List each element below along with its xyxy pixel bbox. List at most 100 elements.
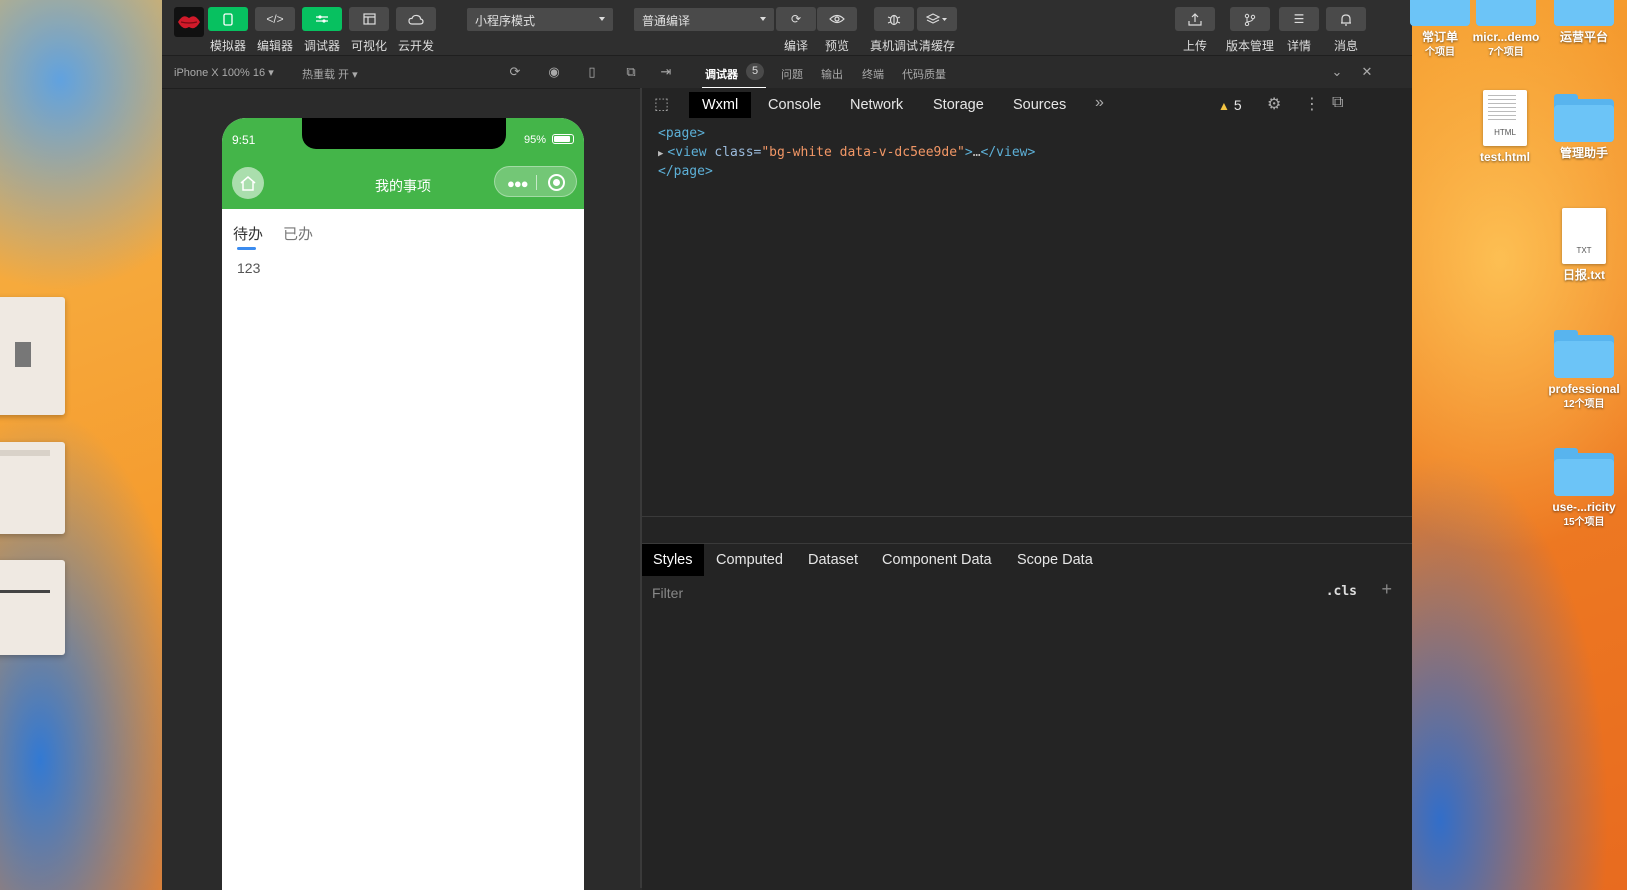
layout-icon	[349, 7, 389, 31]
txt-file-icon: TXT	[1562, 208, 1606, 264]
tab-console[interactable]: Console	[755, 92, 834, 118]
desktop-folder[interactable]: use-...ricity 15个项目	[1538, 448, 1627, 530]
desktop-icon-label: 日报.txt	[1562, 268, 1605, 282]
details-button[interactable]: ☰ 详情	[1279, 7, 1319, 54]
editor-button[interactable]: </> 编辑器	[255, 7, 295, 54]
desktop-icon-sublabel: 7个项目	[1488, 47, 1524, 58]
mode-select[interactable]: 小程序模式	[467, 8, 613, 31]
battery-percentage: 95%	[523, 134, 546, 146]
tab-terminal[interactable]: 终端	[862, 66, 884, 82]
device-icon[interactable]: ▯	[584, 64, 600, 80]
real-device-debug-button[interactable]: 真机调试	[870, 7, 918, 54]
tab-scope-data[interactable]: Scope Data	[1006, 544, 1104, 576]
battery-icon	[552, 134, 574, 144]
menu-capsule[interactable]: ●●●	[494, 166, 577, 197]
tab-sources[interactable]: Sources	[1000, 92, 1079, 118]
real-device-debug-label: 真机调试	[870, 39, 919, 53]
list-item: 123	[237, 260, 261, 276]
tab-styles[interactable]: Styles	[642, 544, 704, 576]
wxml-page-close[interactable]: </page>	[658, 163, 1035, 182]
tab-wxml[interactable]: Wxml	[689, 92, 752, 118]
visual-button[interactable]: 可视化	[349, 7, 389, 54]
tab-todo[interactable]: 待办	[233, 223, 263, 244]
bug-icon	[874, 7, 914, 31]
preview-button[interactable]: 预览	[817, 7, 857, 54]
desktop-folder[interactable]: 管理助手	[1546, 94, 1622, 161]
tab-computed[interactable]: Computed	[705, 544, 794, 576]
tab-component-data[interactable]: Component Data	[871, 544, 1003, 576]
close-miniprogram-icon[interactable]	[548, 174, 565, 191]
desktop-file[interactable]: HTML test.html	[1470, 90, 1540, 165]
desktop-folder[interactable]: 运营平台	[1546, 0, 1622, 45]
tab-output[interactable]: 输出	[821, 66, 843, 82]
compile-label: 编译	[783, 39, 808, 53]
desktop-folder[interactable]: micr...demo 7个项目	[1463, 0, 1549, 60]
detach-icon[interactable]: ⇥	[658, 64, 674, 80]
desktop-icon-label: test.html	[1479, 150, 1530, 164]
dock-icon[interactable]: ⧉	[1332, 94, 1343, 112]
refresh-icon: ⟳	[776, 7, 816, 31]
background-window-thumbnail[interactable]	[0, 297, 65, 415]
expand-triangle-icon[interactable]: ▶	[658, 149, 663, 159]
simulator-button[interactable]: 模拟器	[208, 7, 248, 54]
wxml-view-node[interactable]: ▶ <view class="bg-white data-v-dc5ee9de">…	[658, 144, 1035, 164]
preview-label: 预览	[824, 39, 849, 53]
tab-issues[interactable]: 问题	[781, 66, 803, 82]
upload-label: 上传	[1182, 39, 1207, 53]
inspect-element-icon[interactable]: ⬚	[654, 94, 669, 114]
compile-select[interactable]: 普通编译	[634, 8, 774, 31]
messages-button[interactable]: 消息	[1326, 7, 1366, 54]
cloud-dev-button[interactable]: 云开发	[396, 7, 436, 54]
tab-done[interactable]: 已办	[283, 223, 313, 244]
cloud-icon	[396, 7, 436, 31]
app-logo	[174, 7, 204, 37]
debug-icon	[302, 7, 342, 31]
styles-filter-input[interactable]: Filter	[652, 585, 683, 601]
chevron-down-icon	[599, 17, 605, 21]
branch-icon	[1230, 7, 1270, 31]
bell-icon	[1326, 7, 1366, 31]
hot-reload-select[interactable]: 热重载 开 ▾	[302, 66, 358, 82]
tab-network[interactable]: Network	[837, 92, 916, 118]
clear-cache-button[interactable]: 清缓存	[917, 7, 957, 54]
cls-toggle-button[interactable]: .cls	[1326, 584, 1357, 599]
desktop-icon-label: use-...ricity	[1552, 500, 1616, 514]
tab-debugger[interactable]: 调试器	[705, 66, 738, 82]
menu-icon: ☰	[1279, 7, 1319, 31]
desktop-folder[interactable]: professional 12个项目	[1538, 330, 1627, 412]
desktop-icon-label: professional	[1548, 382, 1620, 396]
device-select[interactable]: iPhone X 100% 16 ▾	[174, 66, 274, 79]
details-label: 详情	[1286, 39, 1311, 53]
folder-icon	[1554, 0, 1614, 26]
pane-divider[interactable]	[642, 516, 1412, 517]
upload-button[interactable]: 上传	[1175, 7, 1215, 54]
todo-tabs: 待办 已办	[222, 209, 584, 257]
tab-code-quality[interactable]: 代码质量	[902, 66, 946, 82]
capsule-divider	[536, 175, 537, 190]
eye-icon	[817, 7, 857, 31]
tab-dataset[interactable]: Dataset	[797, 544, 869, 576]
rotate-icon[interactable]: ⟳	[507, 64, 523, 80]
background-window-thumbnail[interactable]	[0, 442, 65, 534]
secondary-toolbar: iPhone X 100% 16 ▾ 热重载 开 ▾ ⟳ ◉ ▯ ⧉ ⇥ 调试器…	[162, 56, 1412, 89]
desktop-file[interactable]: TXT 日报.txt	[1546, 208, 1622, 283]
more-dots-icon[interactable]: ●●●	[507, 176, 529, 191]
more-vertical-icon[interactable]: ⋮	[1304, 94, 1320, 114]
background-window-thumbnail[interactable]	[0, 560, 65, 655]
warnings-indicator[interactable]: ▲ 5	[1218, 97, 1242, 113]
visual-label: 可视化	[350, 39, 387, 53]
tab-storage[interactable]: Storage	[920, 92, 997, 118]
compile-button[interactable]: ⟳ 编译	[776, 7, 816, 54]
version-control-button[interactable]: 版本管理	[1226, 7, 1274, 54]
gear-icon[interactable]: ⚙	[1267, 94, 1281, 114]
window-icon[interactable]: ⧉	[623, 64, 639, 80]
chevron-down-icon[interactable]: ⌄	[1329, 64, 1345, 80]
debugger-button[interactable]: 调试器	[302, 7, 342, 54]
folder-icon	[1554, 94, 1614, 142]
more-tabs-icon[interactable]: »	[1095, 94, 1104, 112]
wxml-page-open[interactable]: <page>	[658, 125, 1035, 144]
stop-icon[interactable]: ◉	[546, 64, 562, 80]
add-style-rule-button[interactable]: +	[1381, 579, 1392, 600]
close-icon[interactable]: ✕	[1359, 64, 1375, 80]
folder-icon	[1554, 330, 1614, 378]
